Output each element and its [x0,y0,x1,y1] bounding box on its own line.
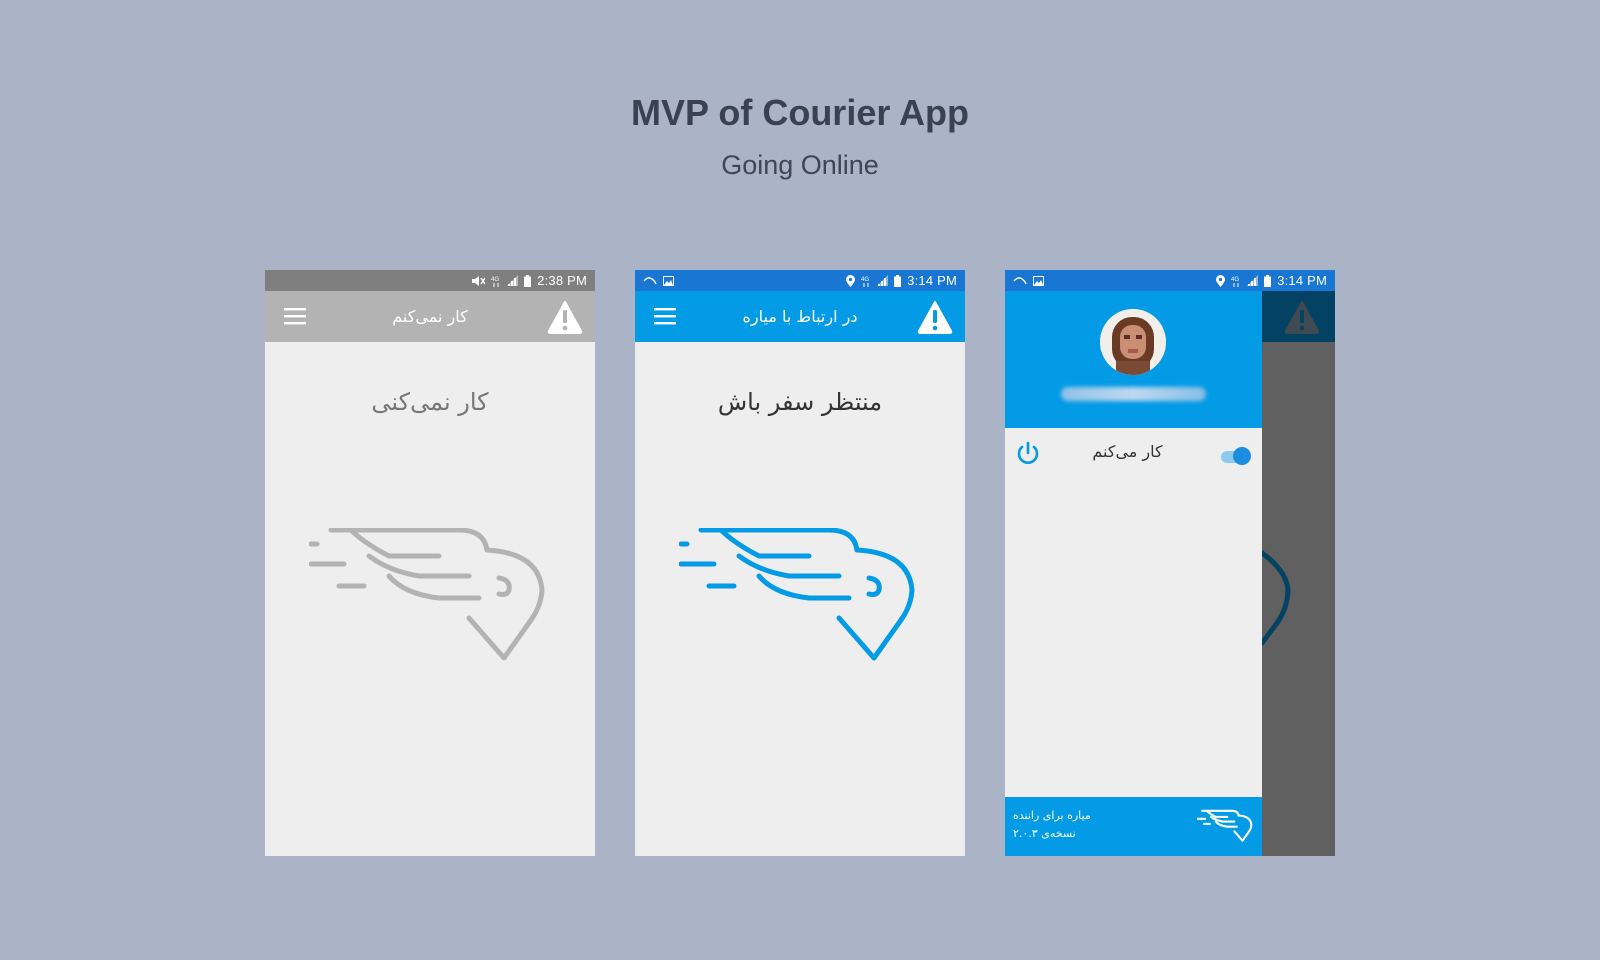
svg-text:4G: 4G [491,277,499,283]
location-icon [1216,274,1226,287]
status-time: 2:38 PM [537,273,587,288]
image-icon [663,275,674,286]
status-time: 3:14 PM [907,273,957,288]
network-4g-icon: 4G [491,277,500,287]
avatar[interactable] [1100,309,1166,375]
signal-icon [1247,275,1259,286]
app-bar: در ارتباط با میاره [635,291,965,342]
network-4g-icon: 4G [1231,277,1240,287]
courier-logo [309,528,545,661]
main-status-text: منتظر سفر باش [717,388,883,416]
version-label: نسخه‌ی ۲.۰.۳ [1013,827,1076,840]
mute-icon [472,275,486,286]
menu-icon[interactable] [283,306,307,326]
status-bar: 4G 2:38 PM [265,270,595,291]
dimmed-app-bar [1262,291,1335,342]
screen-offline: 4G 2:38 PM کار نمی‌کنم کار نمی [265,270,595,856]
warning-icon [1284,301,1320,334]
navigation-drawer: کار می‌کنم میاره برای راننده نسخه‌ی ۲.۰.… [1005,291,1262,856]
svg-text:4G: 4G [861,277,869,283]
screen-online: 4G 3:14 PM در ارتباط با میاره منتظر سفر … [635,270,965,856]
warning-icon[interactable] [547,300,583,334]
app-bar-title: در ارتباط با میاره [742,307,858,326]
work-status-label: کار می‌کنم [1092,442,1163,461]
battery-icon [524,274,532,287]
menu-icon[interactable] [653,306,677,326]
page-subtitle: Going Online [721,150,879,180]
status-bar: 4G 3:14 PM [1005,270,1335,291]
signal-icon [877,275,889,286]
warning-icon[interactable] [917,300,953,334]
app-bar: کار نمی‌کنم [265,291,595,342]
work-status-toggle[interactable] [1221,447,1251,467]
work-status-row[interactable]: کار می‌کنم [1005,428,1262,484]
app-name-label: میاره برای راننده [1013,809,1091,822]
main-status-text: کار نمی‌کنی [371,388,489,416]
courier-logo [1197,809,1253,842]
network-4g-icon: 4G [861,277,870,287]
signal-icon [507,275,519,286]
dimmed-logo [1262,550,1291,646]
courier-logo [679,528,915,661]
toggle-knob [1233,447,1251,465]
screen-drawer: 4G 3:14 PM [1005,270,1335,856]
battery-icon [894,274,902,287]
image-icon [1033,275,1044,286]
status-bar: 4G 3:14 PM [635,270,965,291]
power-icon [1017,441,1039,464]
avatar-image [1100,309,1166,375]
notification-icon [1013,276,1027,284]
svg-text:4G: 4G [1231,277,1239,283]
drawer-scrim[interactable] [1262,291,1335,856]
drawer-footer: میاره برای راننده نسخه‌ی ۲.۰.۳ [1005,797,1262,856]
status-time: 3:14 PM [1277,273,1327,288]
blurred-driver-name [1061,387,1206,401]
app-bar-title: کار نمی‌کنم [392,307,468,326]
drawer-header [1005,291,1262,428]
battery-icon [1264,274,1272,287]
notification-icon [643,276,657,284]
location-icon [846,274,856,287]
page-title: MVP of Courier App [630,92,969,133]
